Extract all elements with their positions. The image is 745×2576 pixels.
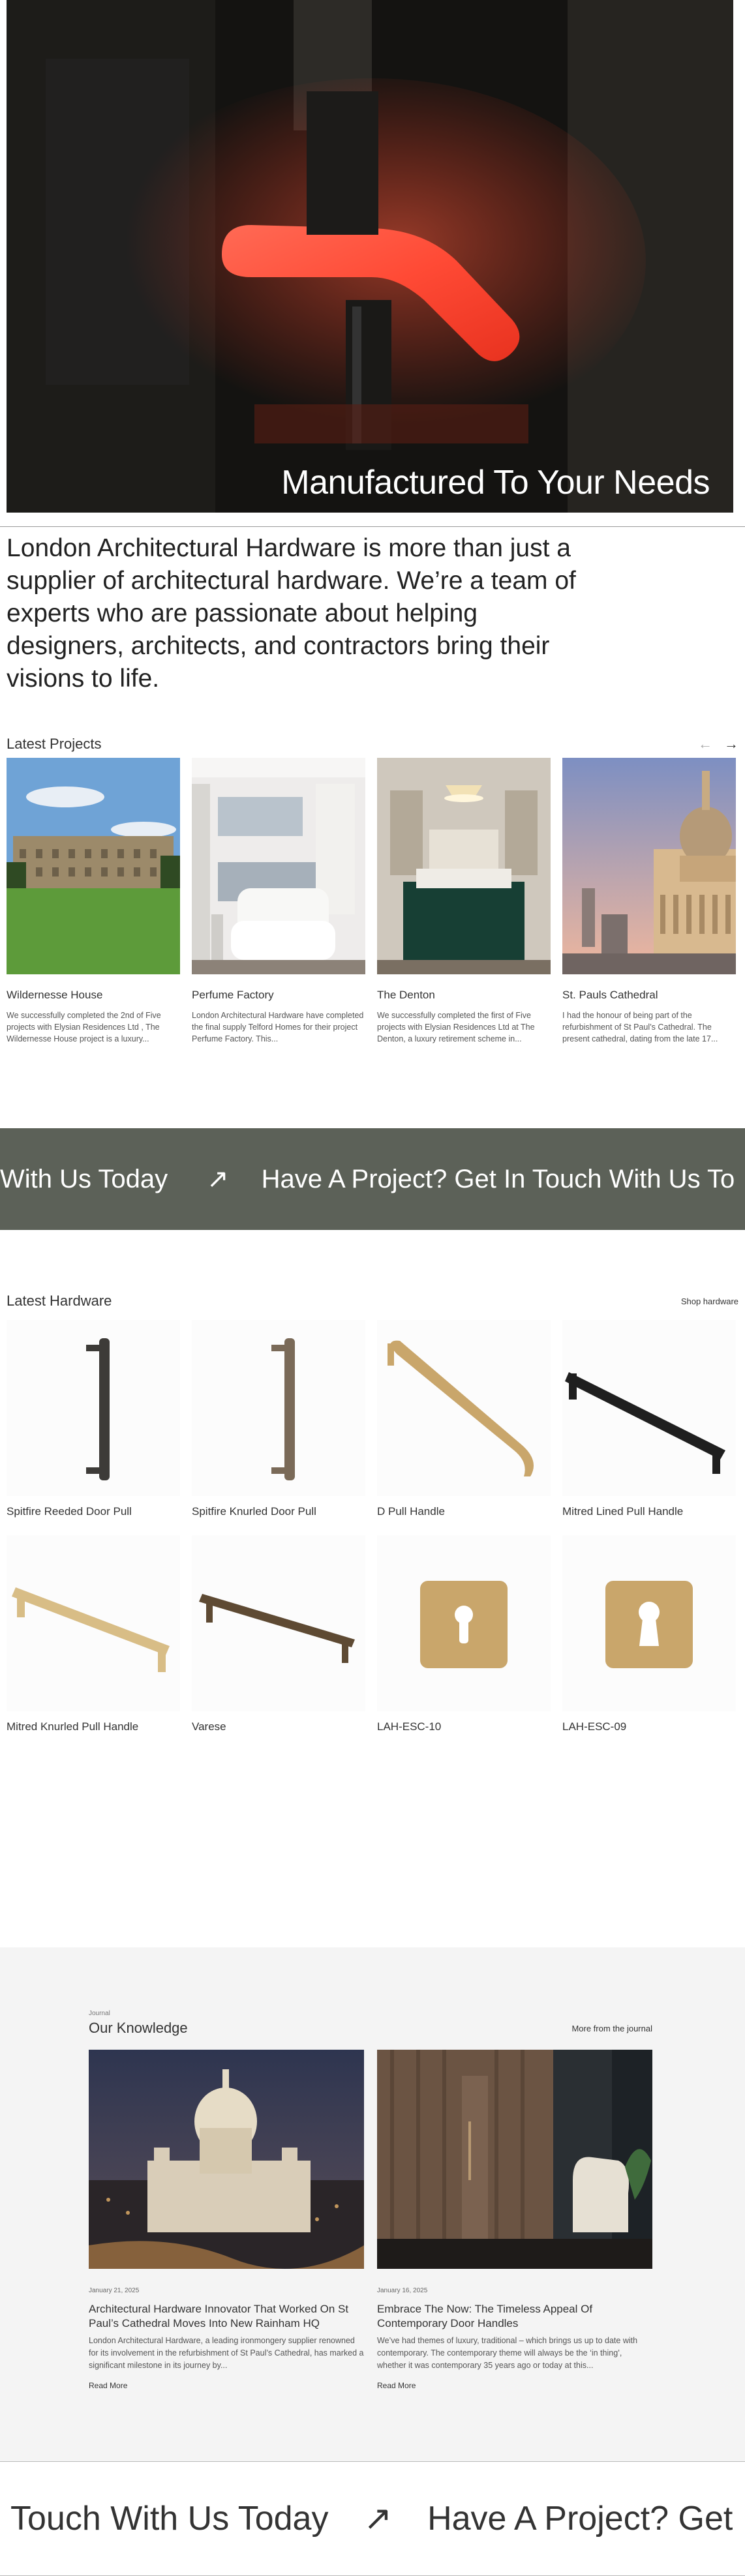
shop-hardware-link[interactable]: Shop hardware <box>681 1296 738 1306</box>
product-card[interactable]: Mitred Lined Pull Handle <box>562 1320 736 1535</box>
journal-excerpt: We’ve had themes of luxury, traditional … <box>377 2336 638 2370</box>
product-card[interactable]: LAH-ESC-09 <box>562 1535 736 1750</box>
journal-title-link[interactable]: Embrace The Now: The Timeless Appeal Of … <box>377 2302 652 2331</box>
intro-text: London Architectural Hardware is more th… <box>7 534 576 693</box>
project-image <box>562 758 736 974</box>
project-image <box>7 758 180 974</box>
product-image <box>7 1535 180 1711</box>
carousel-arrows: ← → <box>698 736 738 753</box>
hardware-header: Latest Hardware Shop hardware <box>7 1287 738 1315</box>
project-description: We successfully completed the 2nd of Fiv… <box>7 1011 161 1043</box>
project-name: The Denton <box>377 989 435 1001</box>
carousel-next-arrow-icon[interactable]: → <box>724 736 738 753</box>
projects-title: Latest Projects <box>7 736 102 752</box>
product-name: Mitred Lined Pull Handle <box>562 1505 684 1518</box>
project-card[interactable]: The Denton We successfully completed the… <box>377 758 551 1045</box>
marquee-text: With Us Today <box>0 1164 168 1193</box>
footer-contact-marquee[interactable]: Touch With Us Today ↗ Have A Project? Ge… <box>0 2461 745 2576</box>
arrow-up-right-icon: ↗ <box>207 1165 229 1193</box>
journal-cards: January 21, 2025 Architectural Hardware … <box>89 2050 745 2391</box>
hero-title: Manufactured To Your Needs <box>281 464 710 502</box>
product-name: Mitred Knurled Pull Handle <box>7 1720 139 1733</box>
project-card[interactable]: Wildernesse House We successfully comple… <box>7 758 180 1045</box>
product-name: Spitfire Knurled Door Pull <box>192 1505 316 1518</box>
product-card[interactable]: Spitfire Reeded Door Pull <box>7 1320 180 1535</box>
projects-header: Latest Projects ← → <box>7 730 738 758</box>
product-name: LAH-ESC-10 <box>377 1720 442 1733</box>
product-card[interactable]: D Pull Handle <box>377 1320 551 1535</box>
latest-hardware-section: Latest Hardware Shop hardware Spitfire R… <box>0 1230 745 1947</box>
marquee-text: Touch With Us Today <box>10 2500 329 2538</box>
project-image <box>377 758 551 974</box>
project-description: I had the honour of being part of the re… <box>562 1011 718 1043</box>
hardware-title: Latest Hardware <box>7 1293 112 1309</box>
journal-image <box>377 2050 652 2269</box>
read-more-link[interactable]: Read More <box>377 2381 416 2390</box>
product-card[interactable]: Mitred Knurled Pull Handle <box>7 1535 180 1750</box>
journal-date: January 21, 2025 <box>89 2287 140 2294</box>
product-image <box>377 1320 551 1496</box>
marquee-text: Have A Project? Get In Touch With Us To <box>261 1164 735 1193</box>
contact-marquee[interactable]: With Us Today ↗ Have A Project? Get In T… <box>0 1128 745 1230</box>
product-card[interactable]: Spitfire Knurled Door Pull <box>192 1320 365 1535</box>
product-image <box>192 1320 365 1496</box>
project-description: London Architectural Hardware have compl… <box>192 1011 364 1043</box>
project-description: We successfully completed the first of F… <box>377 1011 535 1043</box>
product-image <box>7 1320 180 1496</box>
hero-section: Manufactured To Your Needs <box>0 0 745 527</box>
projects-carousel: Wildernesse House We successfully comple… <box>7 758 738 1045</box>
product-image <box>562 1535 736 1711</box>
journal-image <box>89 2050 364 2269</box>
product-name: Varese <box>192 1720 226 1733</box>
journal-excerpt: London Architectural Hardware, a leading… <box>89 2336 364 2370</box>
journal-title-link[interactable]: Architectural Hardware Innovator That Wo… <box>89 2302 364 2331</box>
journal-date: January 16, 2025 <box>377 2287 428 2294</box>
product-card[interactable]: LAH-ESC-10 <box>377 1535 551 1750</box>
project-name: Perfume Factory <box>192 989 274 1001</box>
hardware-grid: Spitfire Reeded Door Pull Spitfire Knurl… <box>7 1320 738 1750</box>
product-image <box>377 1535 551 1711</box>
arrow-up-right-icon: ↗ <box>363 2500 393 2538</box>
product-image <box>562 1320 736 1496</box>
product-name: Spitfire Reeded Door Pull <box>7 1505 132 1518</box>
project-card[interactable]: St. Pauls Cathedral I had the honour of … <box>562 758 736 1045</box>
journal-card[interactable]: January 21, 2025 Architectural Hardware … <box>89 2050 364 2391</box>
journal-title: Our Knowledge <box>89 2020 188 2036</box>
carousel-prev-arrow-icon[interactable]: ← <box>698 736 712 753</box>
journal-label: Journal <box>89 2010 110 2017</box>
project-name: Wildernesse House <box>7 989 103 1001</box>
journal-header: Our Knowledge More from the journal <box>89 2020 652 2037</box>
read-more-link[interactable]: Read More <box>89 2381 127 2390</box>
project-image <box>192 758 365 974</box>
intro-section: London Architectural Hardware is more th… <box>0 527 745 730</box>
latest-projects-section: Latest Projects ← → Wildernesse House We… <box>0 730 745 1128</box>
product-name: LAH-ESC-09 <box>562 1720 627 1733</box>
product-card[interactable]: Varese <box>192 1535 365 1750</box>
product-name: D Pull Handle <box>377 1505 445 1518</box>
hero-image: Manufactured To Your Needs <box>7 0 733 513</box>
marquee-text: Have A Project? Get <box>427 2500 733 2538</box>
journal-section: Journal Our Knowledge More from the jour… <box>0 1947 745 2461</box>
product-image <box>192 1535 365 1711</box>
project-name: St. Pauls Cathedral <box>562 989 658 1001</box>
more-from-journal-link[interactable]: More from the journal <box>571 2024 652 2033</box>
journal-card[interactable]: January 16, 2025 Embrace The Now: The Ti… <box>377 2050 652 2391</box>
project-card[interactable]: Perfume Factory London Architectural Har… <box>192 758 365 1045</box>
